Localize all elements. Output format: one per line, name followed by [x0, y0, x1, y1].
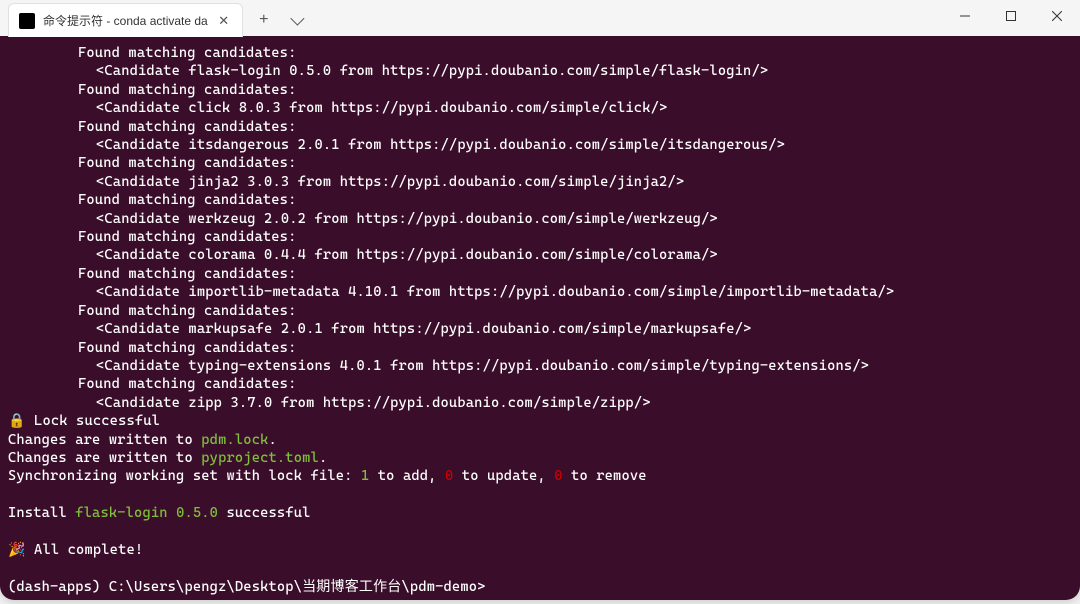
terminal-line: <Candidate colorama 0.4.4 from https://p…	[96, 246, 1072, 264]
terminal-line: <Candidate werkzeug 2.0.2 from https://p…	[96, 210, 1072, 228]
terminal-line: Found matching candidates:	[78, 154, 1072, 172]
terminal-line: Install flask-login 0.5.0 successful	[8, 504, 1072, 522]
terminal-line: <Candidate click 8.0.3 from https://pypi…	[96, 99, 1072, 117]
close-tab-icon[interactable]: ✕	[216, 13, 232, 29]
maximize-button[interactable]	[988, 0, 1034, 32]
terminal-tab[interactable]: 命令提示符 - conda activate da ✕	[8, 3, 243, 37]
terminal-line: Found matching candidates:	[78, 44, 1072, 62]
cmd-icon	[19, 13, 35, 29]
terminal-output[interactable]: Found matching candidates:<Candidate fla…	[0, 36, 1080, 600]
tab-title: 命令提示符 - conda activate da	[43, 12, 208, 29]
terminal-line: Found matching candidates:	[78, 339, 1072, 357]
terminal-line: Found matching candidates:	[78, 375, 1072, 393]
title-bar: 命令提示符 - conda activate da ✕ +	[0, 0, 1080, 36]
minimize-button[interactable]	[942, 0, 988, 32]
window-controls	[942, 0, 1080, 32]
terminal-line: Found matching candidates:	[78, 191, 1072, 209]
terminal-line: <Candidate zipp 3.7.0 from https://pypi.…	[96, 394, 1072, 412]
terminal-line: Found matching candidates:	[78, 228, 1072, 246]
terminal-line: Found matching candidates:	[78, 118, 1072, 136]
terminal-content: Found matching candidates:<Candidate fla…	[8, 44, 1072, 596]
new-tab-button[interactable]: +	[249, 5, 279, 35]
tab-dropdown-button[interactable]	[281, 5, 311, 35]
terminal-line: Changes are written to pyproject.toml.	[8, 449, 1072, 467]
tabs-area: 命令提示符 - conda activate da ✕ +	[0, 0, 311, 36]
terminal-line: Found matching candidates:	[78, 265, 1072, 283]
terminal-line: (dash-apps) C:\Users\pengz\Desktop\当期博客工…	[8, 578, 1072, 596]
terminal-line: <Candidate markupsafe 2.0.1 from https:/…	[96, 320, 1072, 338]
chevron-down-icon	[290, 12, 304, 26]
close-window-button[interactable]	[1034, 0, 1080, 32]
terminal-line: <Candidate jinja2 3.0.3 from https://pyp…	[96, 173, 1072, 191]
terminal-line: 🔒 Lock successful	[8, 412, 1072, 430]
terminal-line: Synchronizing working set with lock file…	[8, 467, 1072, 485]
terminal-line	[8, 523, 1072, 541]
terminal-line: <Candidate flask-login 0.5.0 from https:…	[96, 62, 1072, 80]
terminal-line	[8, 486, 1072, 504]
terminal-line: Changes are written to pdm.lock.	[8, 431, 1072, 449]
terminal-line	[8, 559, 1072, 577]
terminal-line: <Candidate typing-extensions 4.0.1 from …	[96, 357, 1072, 375]
terminal-line: <Candidate importlib-metadata 4.10.1 fro…	[96, 283, 1072, 301]
terminal-line: Found matching candidates:	[78, 81, 1072, 99]
terminal-line: 🎉 All complete!	[8, 541, 1072, 559]
terminal-line: Found matching candidates:	[78, 302, 1072, 320]
terminal-line: <Candidate itsdangerous 2.0.1 from https…	[96, 136, 1072, 154]
